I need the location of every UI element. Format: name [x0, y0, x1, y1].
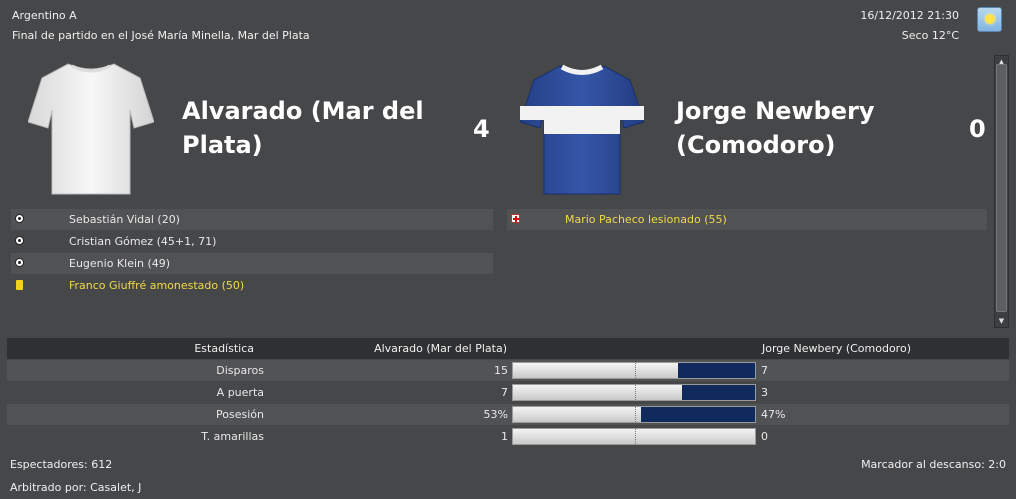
weather-text: Seco 12°C — [901, 29, 959, 42]
stat-label: Posesión — [216, 408, 264, 421]
event-text: Cristian Gómez (45+1, 71) — [69, 235, 217, 248]
home-team-name[interactable]: Alvarado (Mar del Plata) — [182, 94, 442, 162]
stat-home-value: 15 — [494, 364, 508, 377]
stats-header-home: Alvarado (Mar del Plata) — [374, 342, 507, 355]
home-shirt-icon — [28, 63, 154, 195]
event-text: Eugenio Klein (49) — [69, 257, 171, 270]
competition-name: Argentino A — [12, 9, 77, 22]
events-scrollbar[interactable]: ▲ ▼ — [994, 55, 1009, 328]
bar-midline — [635, 363, 636, 378]
stat-comparison-bar — [512, 428, 756, 445]
stat-away-value: 47% — [761, 408, 786, 421]
event-text: Sebastián Vidal (20) — [69, 213, 180, 226]
stat-comparison-bar — [512, 406, 756, 423]
stat-away-value: 7 — [761, 364, 768, 377]
stat-comparison-bar — [512, 384, 756, 401]
ball-icon — [15, 258, 24, 267]
stat-label: T. amarillas — [201, 430, 264, 443]
spectators: Espectadores: 612 — [10, 458, 113, 471]
stat-away-value: 0 — [761, 430, 768, 443]
stat-home-value: 1 — [501, 430, 508, 443]
stat-home-value: 7 — [501, 386, 508, 399]
stat-comparison-bar — [512, 362, 756, 379]
stat-row: Posesión 53% 47% — [7, 404, 1009, 425]
stat-label: Disparos — [216, 364, 264, 377]
ball-icon — [15, 214, 24, 223]
stat-label: A puerta — [216, 386, 264, 399]
stat-row: T. amarillas 1 0 — [7, 426, 1009, 447]
bar-midline — [635, 385, 636, 400]
home-event-row: Eugenio Klein (49) — [11, 253, 493, 274]
halftime-score: Marcador al descanso: 2:0 — [861, 458, 1006, 471]
home-event-row: Sebastián Vidal (20) — [11, 209, 493, 230]
stat-away-value: 3 — [761, 386, 768, 399]
bar-midline — [635, 407, 636, 422]
yellow-card-icon — [16, 280, 23, 290]
ball-icon — [15, 236, 24, 245]
away-fill — [641, 407, 755, 422]
event-text[interactable]: Mario Pacheco lesionado (55) — [565, 209, 727, 230]
home-event-row: Cristian Gómez (45+1, 71) — [11, 231, 493, 252]
away-team-name[interactable]: Jorge Newbery (Comodoro) — [676, 94, 936, 162]
away-shirt-icon — [520, 64, 644, 195]
bar-midline — [635, 429, 636, 444]
injury-icon — [511, 214, 520, 223]
home-event-row: Franco Giuffré amonestado (50) — [11, 275, 493, 296]
stats-header-label: Estadística — [194, 342, 254, 355]
home-score: 4 — [473, 115, 490, 143]
scroll-down-icon[interactable]: ▼ — [995, 315, 1008, 327]
event-text[interactable]: Franco Giuffré amonestado (50) — [69, 275, 244, 296]
referee[interactable]: Arbitrado por: Casalet, J — [10, 481, 141, 494]
away-fill — [682, 385, 755, 400]
away-fill — [678, 363, 755, 378]
stats-header: Estadística Alvarado (Mar del Plata) Jor… — [7, 338, 1009, 359]
match-venue: Final de partido en el José María Minell… — [12, 29, 310, 42]
stat-home-value: 53% — [483, 408, 508, 421]
stat-row: A puerta 7 3 — [7, 382, 1009, 403]
away-score: 0 — [969, 115, 986, 143]
scroll-thumb[interactable] — [996, 64, 1007, 312]
sun-icon — [977, 7, 1002, 32]
stat-row: Disparos 15 7 — [7, 360, 1009, 381]
match-datetime: 16/12/2012 21:30 — [860, 9, 959, 22]
stats-header-away: Jorge Newbery (Comodoro) — [762, 342, 911, 355]
away-event-row: Mario Pacheco lesionado (55) — [507, 209, 987, 230]
